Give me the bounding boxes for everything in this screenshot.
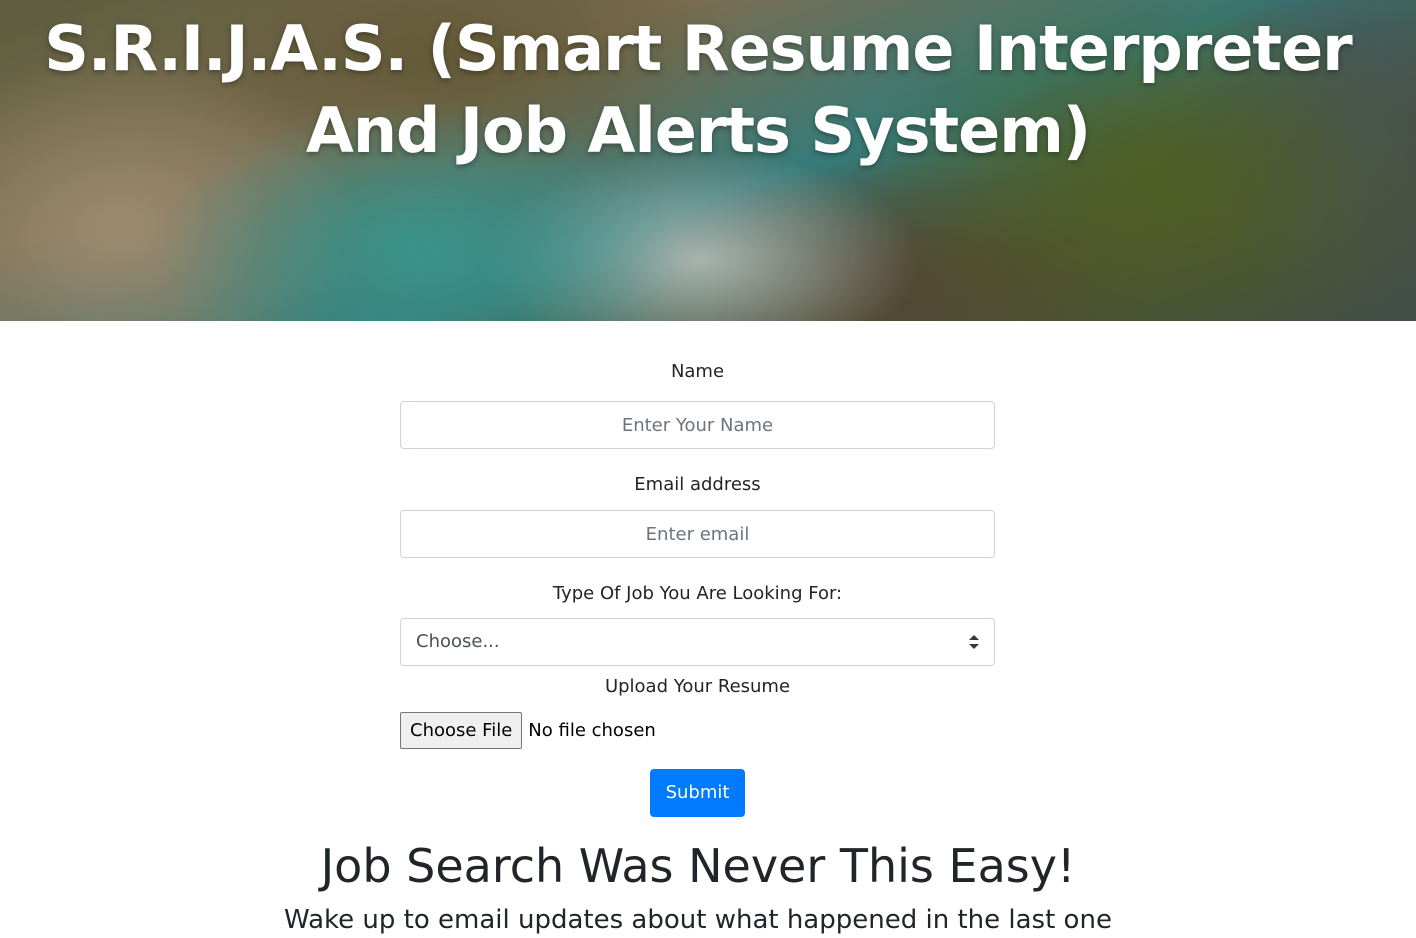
choose-file-button[interactable]: Choose File	[400, 711, 523, 749]
name-input[interactable]	[400, 401, 995, 449]
resume-form: Name Email address Type Of Job You Are L…	[400, 360, 995, 817]
page-title: S.R.I.J.A.S. (Smart Resume Interpreter A…	[44, 12, 1352, 167]
subline-text: Wake up to email updates about what happ…	[284, 905, 1112, 935]
email-input[interactable]	[400, 510, 995, 558]
tagline-heading: Job Search Was Never This Easy!	[320, 839, 1076, 893]
hero-banner: S.R.I.J.A.S. (Smart Resume Interpreter A…	[0, 0, 1416, 321]
name-label: Name	[670, 361, 725, 382]
job-type-label: Type Of Job You Are Looking For:	[552, 583, 843, 604]
email-label: Email address	[634, 474, 761, 495]
job-type-select[interactable]: Choose...	[400, 618, 995, 666]
submit-button[interactable]: Submit	[649, 769, 746, 817]
job-type-selected-value: Choose...	[416, 631, 500, 652]
file-status-text: No file chosen	[528, 719, 656, 741]
select-arrows-icon	[969, 635, 979, 649]
resume-label: Upload Your Resume	[604, 676, 791, 697]
submit-container: Submit	[400, 769, 995, 817]
resume-file-input[interactable]: Choose File No file chosen	[400, 711, 995, 749]
